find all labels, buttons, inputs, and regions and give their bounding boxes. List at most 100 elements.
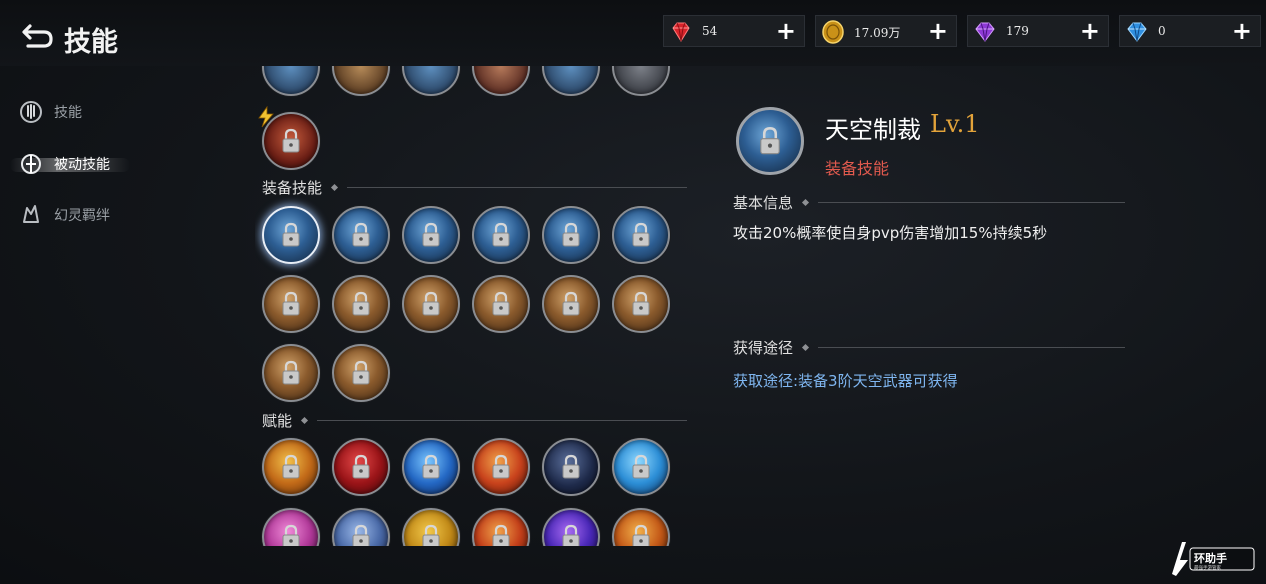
section-title: 基本信息 (733, 193, 794, 212)
back-button[interactable] (20, 20, 60, 54)
skill-icon (20, 101, 42, 123)
divider-dot (300, 416, 309, 424)
lock-icon (282, 222, 300, 247)
skill-slot-top-5[interactable] (542, 66, 600, 96)
skill-slot-equip-6[interactable] (612, 206, 670, 264)
divider-dot (330, 183, 339, 191)
skill-slot-equip-5[interactable] (542, 206, 600, 264)
talent-slot-10[interactable] (472, 508, 530, 546)
lock-icon (632, 291, 650, 316)
gold-coin-icon (822, 20, 844, 44)
skill-slot-equip-8[interactable] (332, 275, 390, 333)
skill-slot-equip-3[interactable] (402, 206, 460, 264)
lock-icon (282, 128, 300, 153)
watermark-logo: 环助手 最强手游管家 (1172, 542, 1255, 576)
add-blue-diamond-button[interactable]: + (1232, 18, 1252, 44)
talent-slot-12[interactable] (612, 508, 670, 546)
skill-name: 天空制裁 (825, 116, 921, 144)
divider-line (818, 201, 1125, 203)
skill-slot-top-4[interactable] (472, 66, 530, 96)
talent-slot-4[interactable] (472, 438, 530, 496)
lock-icon (562, 454, 580, 479)
talent-slot-8[interactable] (332, 508, 390, 546)
back-arrow-icon (22, 24, 53, 48)
phantom-bond-icon (23, 205, 39, 223)
skill-slot-equip-11[interactable] (542, 275, 600, 333)
skill-slot-equip-9[interactable] (402, 275, 460, 333)
section-title: 装备技能 (262, 178, 323, 197)
skill-type: 装备技能 (825, 159, 890, 178)
lock-icon (492, 222, 510, 247)
lock-icon (562, 524, 580, 546)
sidebar-item-phantom-bond[interactable]: 幻灵羁绊 (18, 200, 110, 230)
section-title: 获得途径 (733, 338, 794, 357)
talent-slot-7[interactable] (262, 508, 320, 546)
skill-slot-top-3[interactable] (402, 66, 460, 96)
blue-diamond-icon (1127, 22, 1147, 42)
lock-icon (492, 524, 510, 546)
svg-text:环助手: 环助手 (1194, 551, 1227, 565)
lock-icon (492, 454, 510, 479)
currency-purple-gem: 179 + (967, 15, 1109, 47)
lock-icon (352, 291, 370, 316)
skill-level: Lv.1 (930, 110, 980, 138)
skill-slot-equip-14[interactable] (332, 344, 390, 402)
lock-icon (632, 454, 650, 479)
currency-gold-coin: 17.09万 + (815, 15, 957, 47)
section-header-talent: 赋能 (262, 410, 687, 430)
skill-slot-top-6[interactable] (612, 66, 670, 96)
blue-diamond-amount: 0 (1158, 24, 1166, 38)
skill-slot-top-1[interactable] (262, 66, 320, 96)
passive-skill-icon (21, 154, 41, 174)
skill-slot-equip-13[interactable] (262, 344, 320, 402)
add-red-gem-button[interactable]: + (776, 18, 796, 44)
sidebar-item-label: 幻灵羁绊 (54, 208, 110, 224)
add-gold-coin-button[interactable]: + (928, 18, 948, 44)
divider-line (317, 419, 687, 421)
purple-gem-icon (975, 22, 995, 42)
sidebar-item-skills[interactable]: 技能 (18, 97, 82, 127)
lock-icon (352, 222, 370, 247)
skill-slot-equip-2[interactable] (332, 206, 390, 264)
skill-slot-equip-7[interactable] (262, 275, 320, 333)
lock-icon (492, 291, 510, 316)
talent-slot-2[interactable] (332, 438, 390, 496)
skill-slot-top-2[interactable] (332, 66, 390, 96)
acquisition-header: 获得途径 (733, 337, 1125, 357)
skill-description: 攻击20%概率使自身pvp伤害增加15%持续5秒 (733, 224, 1048, 242)
lock-icon (282, 454, 300, 479)
talent-slot-5[interactable] (542, 438, 600, 496)
lock-icon (282, 360, 300, 385)
red-gem-amount: 54 (702, 24, 718, 38)
gold-coin-amount: 17.09万 (854, 26, 901, 40)
talent-slot-3[interactable] (402, 438, 460, 496)
skill-grid-panel[interactable]: 装备技能 赋能 (255, 66, 695, 546)
red-gem-icon (672, 22, 690, 42)
purple-gem-amount: 179 (1006, 24, 1029, 38)
lock-icon (282, 291, 300, 316)
section-title: 赋能 (262, 411, 293, 430)
add-purple-gem-button[interactable]: + (1080, 18, 1100, 44)
lock-icon (422, 524, 440, 546)
basic-info-header: 基本信息 (733, 192, 1125, 212)
sidebar-item-passive-skills[interactable]: 被动技能 (18, 149, 110, 179)
svg-text:最强手游管家: 最强手游管家 (1194, 564, 1221, 571)
lock-icon (632, 524, 650, 546)
talent-slot-6[interactable] (612, 438, 670, 496)
lock-icon (352, 454, 370, 479)
talent-slot-1[interactable] (262, 438, 320, 496)
currency-blue-diamond: 0 + (1119, 15, 1261, 47)
skill-slot-sky-judgment[interactable] (262, 206, 320, 264)
lightning-badge-icon (258, 106, 274, 128)
skill-slot-equip-12[interactable] (612, 275, 670, 333)
selected-skill-icon (736, 107, 804, 175)
currency-red-gem: 54 + (663, 15, 805, 47)
talent-slot-11[interactable] (542, 508, 600, 546)
lock-icon (562, 222, 580, 247)
sidebar-item-label: 技能 (54, 105, 82, 121)
skill-slot-equip-10[interactable] (472, 275, 530, 333)
skill-slot-equip-4[interactable] (472, 206, 530, 264)
talent-slot-9[interactable] (402, 508, 460, 546)
lock-icon (422, 291, 440, 316)
lock-icon (632, 222, 650, 247)
